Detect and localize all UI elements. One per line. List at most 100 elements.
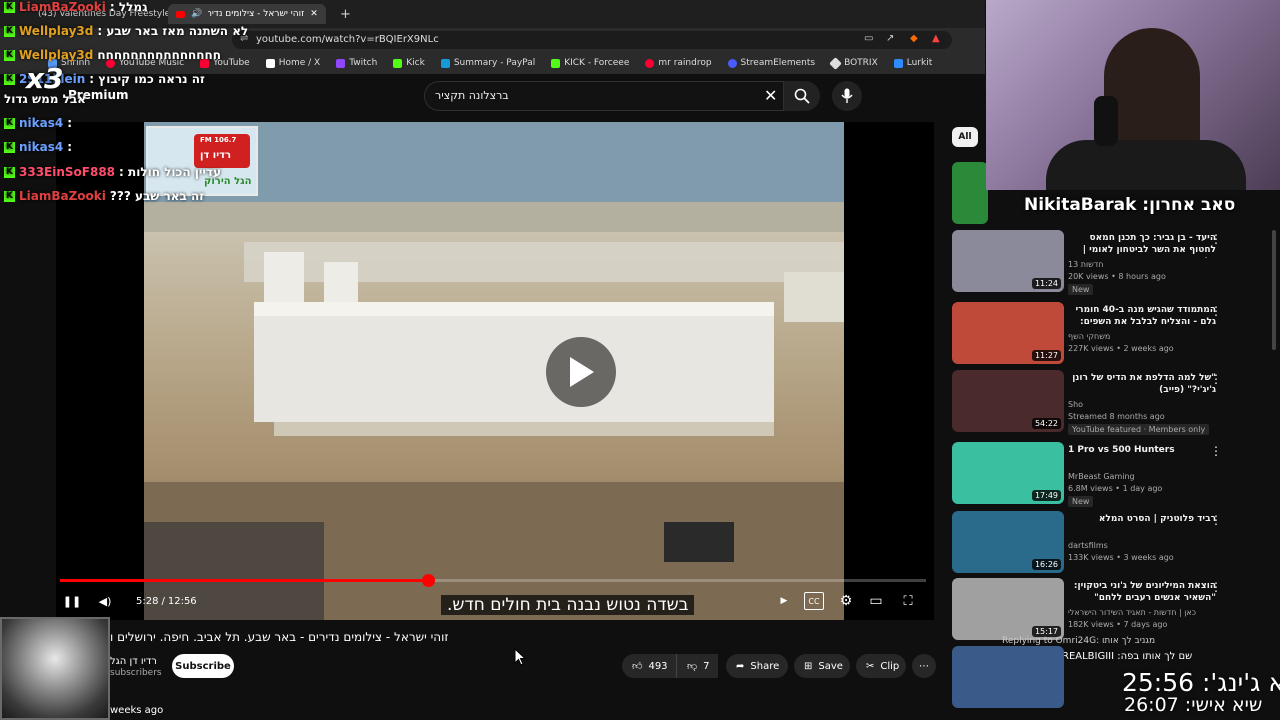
recommendation-item[interactable]: 11:27 המתמודד שהגיש מנה ב-40 חומרי גלם - … (952, 302, 1272, 364)
chat-username: LiamBaZooki (19, 0, 106, 14)
recommendation-thumbnail[interactable]: 17:49 (952, 442, 1064, 504)
progress-bar[interactable] (60, 574, 926, 587)
bookmark-item[interactable]: Twitch (336, 58, 377, 68)
more-options-icon[interactable]: ⋮ (1210, 580, 1222, 594)
recommendation-thumbnail[interactable]: 11:27 (952, 302, 1064, 364)
rewards-icon[interactable]: ▲ (932, 33, 940, 44)
recommendation-title[interactable]: היעד - בן גביר: כך תכנן חמאס לחטוף את הש… (1068, 232, 1216, 258)
captions-icon[interactable]: CC (804, 592, 824, 610)
chat-message: K LiamBaZooki זה באר שבע ??? (4, 189, 204, 203)
recommendation-title[interactable]: המתמודד שהגיש מנה ב-40 חומרי גלם - והצלי… (1068, 304, 1216, 328)
recommendation-channel[interactable]: dartsfilms (1068, 541, 1108, 550)
more-options-icon[interactable]: ⋮ (1210, 232, 1222, 246)
bookmark-item[interactable]: BOTRIX (829, 56, 878, 70)
bookmark-item[interactable]: Home / X (265, 58, 321, 68)
close-tab-icon[interactable]: ✕ (310, 9, 318, 19)
recommendation-meta: 182K views • 7 days ago (1068, 620, 1168, 629)
recommendation-item[interactable]: 17:49 1 Pro vs 500 Hunters MrBeast Gaming 6… (952, 442, 1272, 507)
bookmark-item[interactable]: Summary - PayPal (440, 58, 535, 68)
streamer-avatar-overlay (0, 617, 110, 720)
recommendation-thumbnail-partial[interactable] (952, 646, 1064, 708)
filter-chip-all[interactable]: All (952, 127, 978, 147)
bookmark-item[interactable]: mr raindrop (645, 58, 712, 68)
video-duration: 17:49 (1031, 490, 1061, 501)
recommendation-thumbnail[interactable]: 16:26 (952, 511, 1064, 573)
search-input[interactable]: ברצלונה תקציר (424, 81, 784, 111)
progress-scrubber[interactable] (422, 574, 436, 587)
save-button[interactable]: ⊞ Save (794, 654, 850, 678)
recommendation-meta: 6.8M views • 1 day ago (1068, 484, 1163, 493)
like-count: 493 (648, 660, 668, 672)
bookmark-item[interactable]: Lurkit (893, 58, 932, 68)
chat-text: חחחחחחחחחחחחחחח (97, 48, 222, 62)
url-field[interactable]: youtube.com/watch?v=rBQIErX9NLc (232, 31, 952, 49)
chat-text: גמלל : (109, 0, 148, 14)
clear-search-icon[interactable]: ✕ (764, 86, 777, 105)
autoplay-toggle-icon[interactable]: ▶ (774, 592, 794, 610)
recommendation-item[interactable]: 15:17 הוצאת המיליונים של ג'וני ביטקוין: "… (952, 578, 1272, 640)
recommendation-item[interactable]: 11:24 היעד - בן גביר: כך תכנן חמאס לחטוף … (952, 230, 1272, 295)
progress-fill (60, 579, 429, 582)
chat-username: Wellplay3d (19, 24, 94, 38)
recommendation-title[interactable]: 1 Pro vs 500 Hunters (1068, 444, 1216, 456)
kick-badge-icon: K (4, 166, 15, 178)
brave-shield-icon[interactable]: ◆ (910, 33, 918, 44)
bookmark-favicon-icon (336, 58, 346, 68)
scissors-icon: ✂ (866, 660, 875, 672)
bookmark-favicon-icon (440, 58, 450, 68)
share-page-icon[interactable]: ↗ (886, 33, 894, 44)
thumbs-up-icon: 👍︎ (632, 661, 643, 672)
recommendation-item[interactable]: 16:26 רביד פלוטניק | הסרט המלא dartsfilms 1… (952, 511, 1272, 573)
volume-icon[interactable]: ◀) (94, 592, 116, 610)
recommendation-channel[interactable]: חדשות 13 (1068, 260, 1103, 269)
more-options-icon[interactable]: ⋮ (1210, 304, 1222, 318)
search-icon (794, 88, 810, 104)
play-button[interactable] (546, 337, 616, 407)
chat-text: זה באר שבע ??? (109, 189, 205, 203)
subscribe-button[interactable]: Subscribe (172, 654, 234, 678)
more-options-icon[interactable]: ⋮ (1210, 513, 1222, 527)
bookmark-item[interactable]: StreamElements (727, 58, 815, 68)
share-label: Share (750, 660, 780, 672)
cast-icon[interactable]: ▭ (864, 33, 873, 44)
recommendation-meta: 227K views • 2 weeks ago (1068, 344, 1174, 353)
recommendation-title[interactable]: הוצאת המיליונים של ג'וני ביטקוין: "השאיר… (1068, 580, 1216, 604)
bookmark-item[interactable]: Kick (393, 58, 425, 68)
recommendation-item[interactable]: 54:22 "של למה הדלפת את הדיס של רונן ג'יג'… (952, 370, 1272, 435)
dislike-button[interactable]: 👎︎ 7 (676, 654, 718, 678)
more-actions-button[interactable]: ⋯ (912, 654, 936, 678)
more-options-icon[interactable]: ⋮ (1210, 444, 1222, 458)
search-button[interactable] (784, 81, 820, 111)
clip-button[interactable]: ✂ Clip (856, 654, 906, 678)
more-options-icon[interactable]: ⋮ (1210, 372, 1222, 386)
bookmark-label: Home / X (278, 58, 321, 68)
recommendation-title[interactable]: רביד פלוטניק | הסרט המלא (1068, 513, 1216, 525)
share-button[interactable]: ➦ Share (726, 654, 788, 678)
pause-icon[interactable]: ❚❚ (62, 592, 82, 610)
channel-name[interactable]: רדיו דן הגל (110, 656, 157, 667)
bookmark-item[interactable]: KICK - Forceee (551, 58, 629, 68)
settings-gear-icon[interactable]: ⚙ (836, 592, 856, 610)
chat-message: K Wellplay3d חחחחחחחחחחחחחחח (4, 48, 221, 62)
recommendation-thumbnail[interactable]: 54:22 (952, 370, 1064, 432)
mouse-cursor-icon (514, 648, 526, 666)
chat-text: : (67, 140, 73, 154)
theater-mode-icon[interactable]: ▭ (866, 592, 886, 610)
recommendation-channel[interactable]: Sho (1068, 400, 1083, 409)
kick-badge-icon: K (4, 73, 15, 85)
recommendation-channel[interactable]: MrBeast Gaming (1068, 472, 1135, 481)
fullscreen-icon[interactable]: ⛶ (898, 592, 918, 610)
video-title: זוהי ישראל - צילומים נדירים - באר שבע. ת… (110, 630, 449, 644)
new-tab-button[interactable]: + (332, 4, 359, 24)
recommendation-channel[interactable]: כאן | חדשות - תאגיד השידור הישראלי (1068, 608, 1196, 617)
recommendation-thumbnail-partial[interactable] (952, 162, 988, 224)
recommendation-thumbnail[interactable]: 15:17 (952, 578, 1064, 640)
video-duration: 11:27 (1031, 350, 1061, 361)
recommendation-channel[interactable]: משחקי השף (1068, 332, 1110, 341)
voice-search-button[interactable] (832, 81, 862, 111)
recommendation-title[interactable]: "של למה הדלפת את הדיס של רונן ג'יג'י?" (… (1068, 372, 1216, 396)
sidebar-scrollbar[interactable] (1272, 230, 1276, 350)
recommendation-thumbnail[interactable]: 11:24 (952, 230, 1064, 292)
chat-text: : (67, 116, 73, 130)
thumbs-down-icon: 👎︎ (687, 661, 698, 672)
